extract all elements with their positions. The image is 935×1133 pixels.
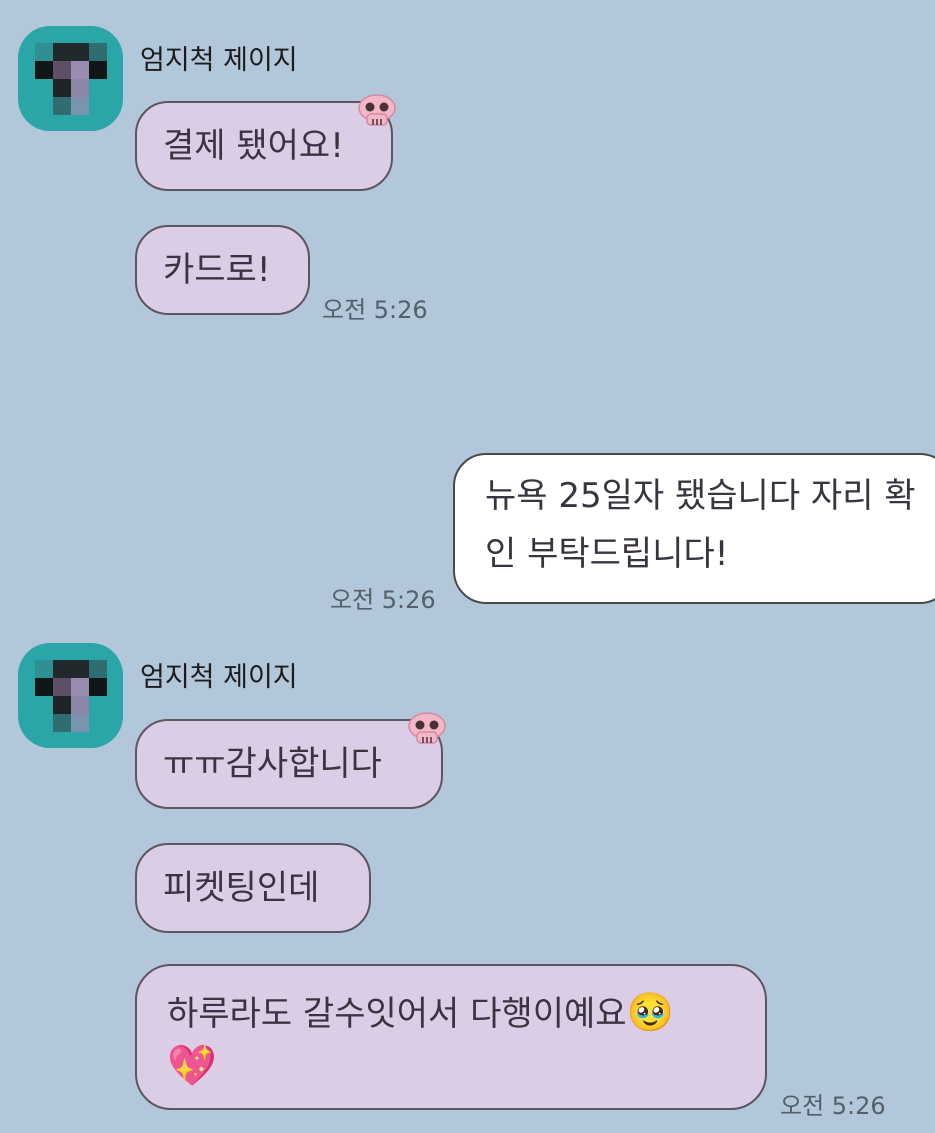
sender-name: 엄지척 제이지 [140, 662, 298, 693]
avatar-pixel [89, 43, 107, 61]
sender-name: 엄지척 제이지 [140, 45, 298, 76]
avatar-pixel [53, 696, 71, 714]
avatar-pixel [71, 79, 89, 97]
message-text: 하루라도 갈수잇어서 다행이예요 [167, 994, 627, 1034]
message-timestamp: 오전 5:26 [330, 586, 436, 614]
skull-sticker-icon [358, 94, 396, 126]
avatar-pixel [53, 97, 71, 115]
avatar-pixel [35, 61, 53, 79]
avatar[interactable] [18, 26, 123, 131]
skull-sticker-icon [408, 712, 446, 744]
message-timestamp: 오전 5:26 [322, 296, 428, 324]
message-bubble[interactable]: 카드로! [135, 225, 310, 315]
avatar-pixel [89, 61, 107, 79]
avatar[interactable] [18, 643, 123, 748]
avatar-pixel [53, 43, 71, 61]
outgoing-message-bubble[interactable]: 뉴욕 25일자 됐습니다 자리 확인 부탁드립니다! [453, 453, 935, 604]
message-bubble[interactable]: ㅠㅠ감사합니다 [135, 719, 443, 809]
avatar-pixel [71, 97, 89, 115]
avatar-pixel [71, 61, 89, 79]
avatar-pixel [53, 79, 71, 97]
message-timestamp: 오전 5:26 [780, 1092, 886, 1120]
sparkling-heart-emoji: 💖 [167, 1043, 217, 1089]
avatar-pixel [53, 61, 71, 79]
message-bubble[interactable]: 하루라도 갈수잇어서 다행이예요🥹 💖 [135, 964, 767, 1110]
message-bubble[interactable]: 결제 됐어요! [135, 101, 393, 191]
avatar-pixel [53, 678, 71, 696]
message-text: ㅠㅠ감사합니다 [163, 744, 382, 784]
avatar-pixel [35, 43, 53, 61]
avatar-pixel [71, 714, 89, 732]
avatar-pixel [71, 678, 89, 696]
avatar-pixel [71, 696, 89, 714]
avatar-pixel [35, 678, 53, 696]
pleading-face-emoji: 🥹 [626, 990, 674, 1034]
message-bubble[interactable]: 피켓팅인데 [135, 843, 371, 933]
avatar-pixel [71, 43, 89, 61]
avatar-pixel [35, 660, 53, 678]
message-text: 피켓팅인데 [163, 868, 320, 908]
message-text: 카드로! [163, 250, 271, 290]
message-text: 결제 됐어요! [163, 126, 344, 166]
avatar-pixel [71, 660, 89, 678]
avatar-pixel [89, 660, 107, 678]
avatar-pixel [53, 714, 71, 732]
avatar-pixel [89, 678, 107, 696]
message-text: 뉴욕 25일자 됐습니다 자리 확인 부탁드립니다! [485, 476, 916, 574]
avatar-pixel [53, 660, 71, 678]
